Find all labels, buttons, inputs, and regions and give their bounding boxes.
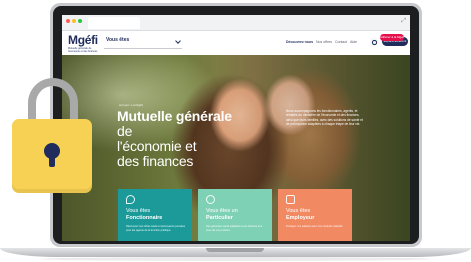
nav-item-aide[interactable]: Aide — [350, 40, 357, 44]
card-text: Des garanties santé adaptées à vos besoi… — [206, 225, 263, 232]
site-logo[interactable]: Mgéfi — [68, 33, 98, 47]
card-title-line1: Vous êtes un — [206, 208, 238, 214]
family-icon — [206, 195, 215, 204]
card-text: Découvrez nos offres santé et prévoyance… — [126, 225, 186, 232]
browser-screen: ⤢ Mgéfi Mutuelle générale de l'économie … — [62, 15, 410, 241]
card-particulier[interactable]: Vous êtes un Particulier Des garanties s… — [198, 189, 272, 241]
card-title-line1: Vous êtes — [126, 208, 151, 214]
keyhole-slot — [49, 153, 55, 167]
card-text: Protégez vos salariés avec nos contrats … — [286, 225, 344, 228]
laptop-notch — [206, 248, 264, 252]
maximize-window-icon[interactable] — [78, 19, 82, 23]
browser-tab[interactable] — [88, 17, 140, 29]
site-header: Mgéfi Mutuelle générale de l'économie et… — [62, 31, 410, 55]
hero-title-line3: des finances — [117, 153, 194, 169]
hero-section: Accueil › La Mgéfi Mutuelle générale de … — [62, 55, 410, 241]
search-icon[interactable] — [370, 38, 378, 46]
minimize-window-icon[interactable] — [72, 19, 76, 23]
card-title-line2: Employeur — [286, 214, 315, 221]
card-title: Vous êtes Employeur — [286, 208, 348, 221]
nav-item-decouvrez[interactable]: Découvrez nous — [286, 40, 313, 44]
nav-item-contact[interactable]: Contact — [335, 40, 347, 44]
expand-icon[interactable]: ⤢ — [401, 18, 406, 24]
card-title: Vous êtes Fonctionnaire — [126, 208, 188, 221]
logo-tagline: Mutuelle générale de l'économie et des f… — [68, 47, 98, 53]
hero-title-line2: l'économie et — [117, 138, 197, 154]
card-title-line1: Vous êtes — [286, 208, 311, 214]
nav-item-offres[interactable]: Nos offres — [316, 40, 332, 44]
leaf-icon — [126, 195, 135, 204]
hero-description: Nous accompagnons les fonctionnaires, ag… — [286, 109, 363, 127]
card-employeur[interactable]: Vous êtes Employeur Protégez vos salarié… — [278, 189, 352, 241]
card-title-line2: Particulier — [206, 214, 233, 221]
card-title-line2: Fonctionnaire — [126, 214, 163, 221]
audience-select[interactable]: Vous êtes — [104, 36, 182, 49]
breadcrumb[interactable]: Accueil › La Mgéfi — [119, 103, 143, 107]
audience-select-label: Vous êtes — [106, 37, 130, 43]
hero-title: Mutuelle générale de l'économie et des f… — [117, 109, 247, 169]
close-window-icon[interactable] — [66, 19, 70, 23]
chevron-down-icon — [175, 38, 181, 44]
building-icon — [286, 195, 295, 204]
browser-titlebar: ⤢ — [62, 15, 410, 31]
hero-title-bold: Mutuelle générale — [117, 108, 232, 124]
hero-title-rest: de — [117, 123, 133, 139]
adherer-button[interactable]: Adhérer à la Mgéfi — [380, 34, 404, 41]
laptop-shadow — [40, 257, 431, 261]
card-fonctionnaire[interactable]: Vous êtes Fonctionnaire Découvrez nos of… — [118, 189, 192, 241]
card-title: Vous êtes un Particulier — [206, 208, 268, 221]
padlock-icon — [12, 119, 92, 193]
